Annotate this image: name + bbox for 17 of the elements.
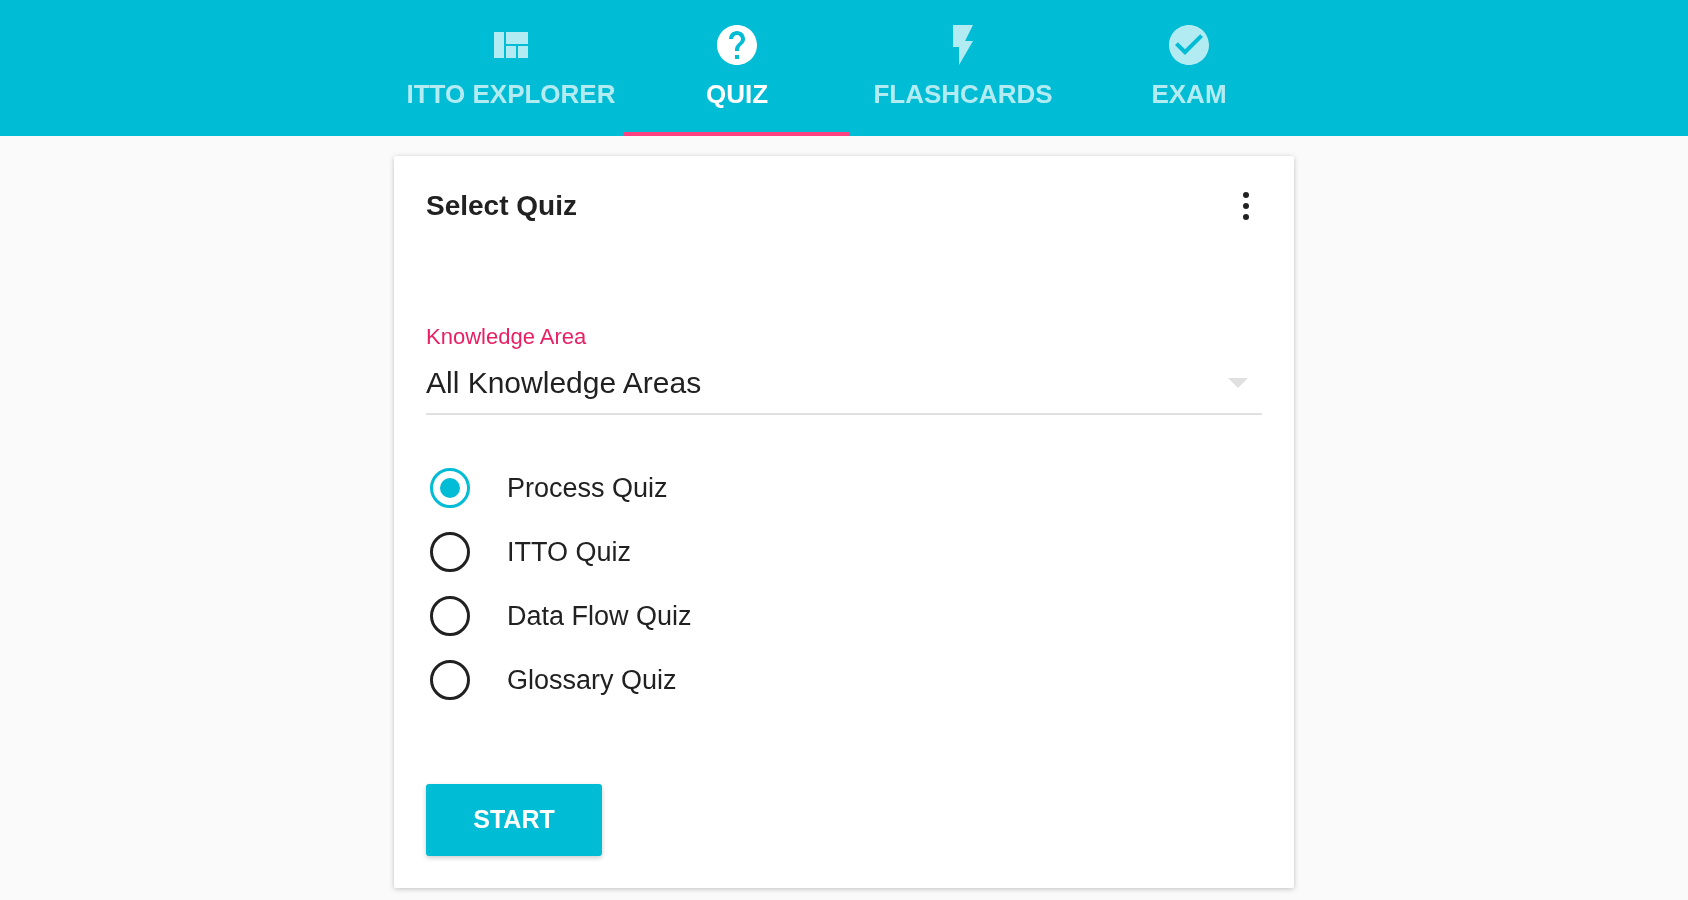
- field-label: Knowledge Area: [426, 324, 588, 350]
- card-title: Select Quiz: [426, 190, 577, 222]
- radio-label[interactable]: ITTO Quiz: [507, 536, 632, 568]
- select-value: All Knowledge Areas: [426, 365, 702, 401]
- radio-label[interactable]: Glossary Quiz: [507, 664, 677, 696]
- dashboard-icon: [494, 32, 528, 58]
- radio-button[interactable]: [430, 532, 470, 572]
- radio-label[interactable]: Data Flow Quiz: [507, 600, 692, 632]
- radio-button[interactable]: [430, 596, 470, 636]
- radio-button[interactable]: [430, 468, 470, 508]
- radio-label[interactable]: Process Quiz: [507, 472, 668, 504]
- dropdown-arrow-icon: [1228, 378, 1248, 388]
- lightning-bolt-icon: [953, 25, 973, 65]
- kebab-menu-icon: [1243, 192, 1249, 220]
- help-icon: [717, 25, 757, 65]
- knowledge-area-select[interactable]: Knowledge Area All Knowledge Areas: [426, 324, 1262, 415]
- radio-button[interactable]: [430, 660, 470, 700]
